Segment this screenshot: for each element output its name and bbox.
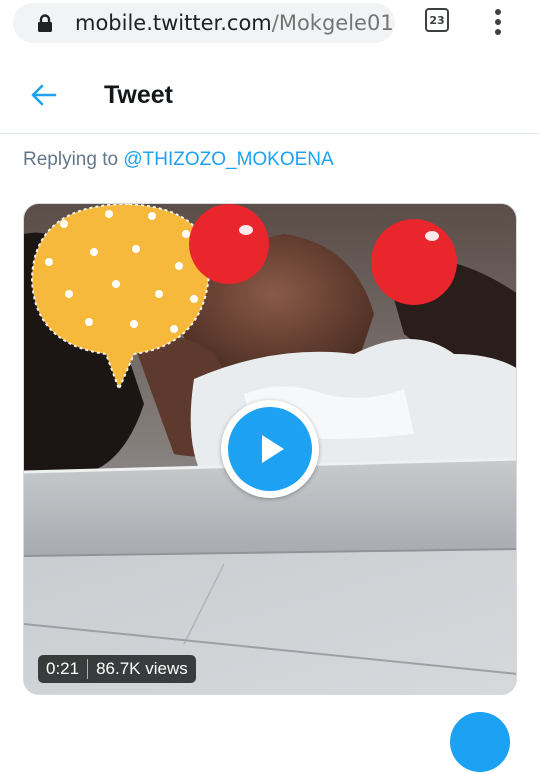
address-bar[interactable]: mobile.twitter.com/Mokgele01: [13, 3, 395, 43]
compose-fab[interactable]: [450, 712, 510, 772]
url-host: mobile.twitter.com: [75, 11, 272, 35]
red-sticker: [371, 219, 457, 305]
video-player[interactable]: 0:21 86.7K views: [23, 203, 517, 695]
replying-prefix: Replying to: [23, 149, 119, 170]
kebab-menu-icon[interactable]: [488, 6, 508, 38]
tweet-header: Tweet: [0, 58, 540, 134]
tab-count: 23: [429, 13, 445, 27]
play-icon: [262, 435, 284, 463]
browser-toolbar: mobile.twitter.com/Mokgele01 23: [0, 0, 540, 59]
url-text[interactable]: mobile.twitter.com/Mokgele01: [75, 10, 394, 36]
lock-icon: [38, 14, 52, 32]
play-button[interactable]: [221, 400, 319, 498]
red-sticker: [189, 204, 269, 284]
video-views: 86.7K views: [96, 659, 188, 678]
url-path: /Mokgele01: [271, 11, 394, 35]
replying-to: Replying to @THIZOZO_MOKOENA: [23, 149, 334, 171]
tabs-button[interactable]: 23: [425, 8, 449, 32]
video-stats-badge: 0:21 86.7K views: [38, 655, 196, 683]
page-title: Tweet: [104, 81, 173, 109]
play-button-inner: [228, 407, 312, 491]
arrow-left-icon[interactable]: [28, 80, 58, 110]
video-duration: 0:21: [46, 659, 80, 678]
reply-handle-link[interactable]: @THIZOZO_MOKOENA: [123, 149, 333, 170]
